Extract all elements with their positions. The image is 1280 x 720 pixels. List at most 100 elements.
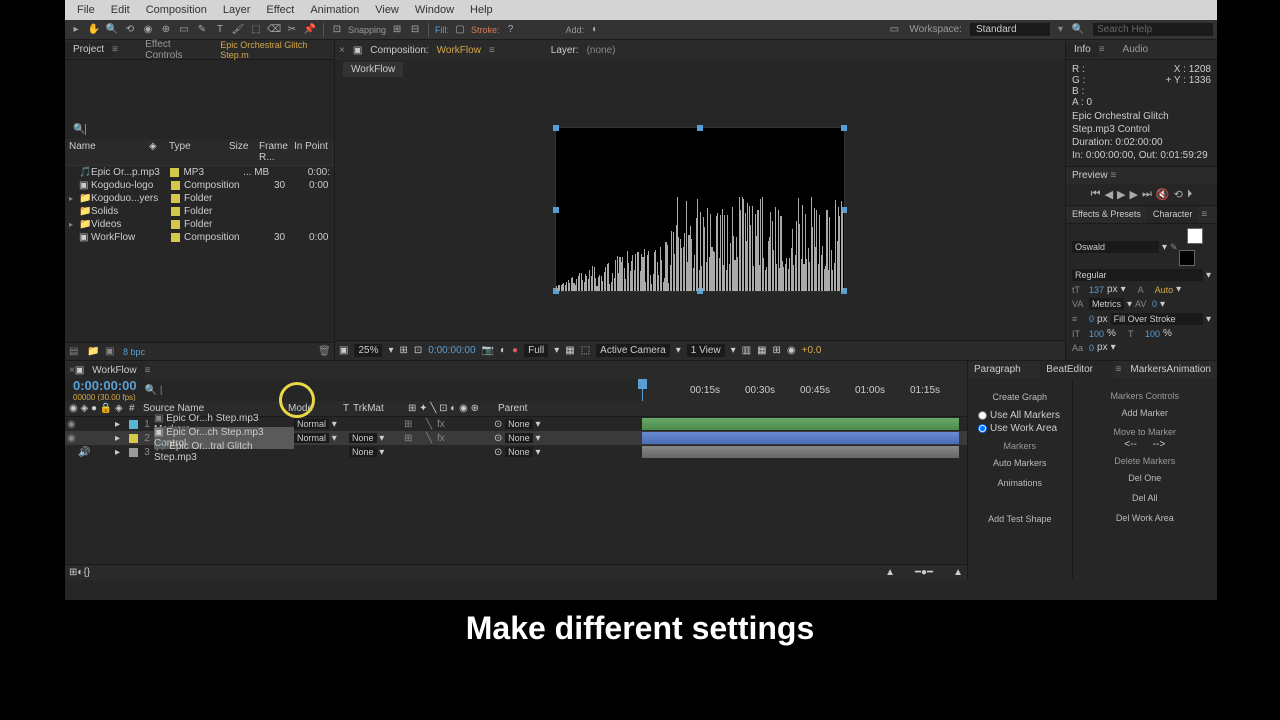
ram-preview-icon[interactable]: ⏵ <box>1187 188 1193 201</box>
snapping-label[interactable]: Snapping <box>348 25 386 35</box>
trkmat-select[interactable]: None <box>349 433 377 443</box>
parent-select[interactable]: None <box>505 419 533 429</box>
tracking-value[interactable]: 0 <box>1152 299 1157 309</box>
snap-opt2-icon[interactable]: ⊟ <box>408 23 422 37</box>
project-item[interactable]: ▣Kogoduo-logoComposition300:00 <box>65 179 334 192</box>
shape-tool-icon[interactable]: ▭ <box>177 23 191 37</box>
menu-file[interactable]: File <box>69 4 103 16</box>
effects-presets-tab[interactable]: Effects & Presets <box>1066 206 1147 223</box>
project-item[interactable]: ▣WorkFlowComposition300:00 <box>65 231 334 244</box>
selection-tool-icon[interactable]: ▸ <box>69 23 83 37</box>
hand-tool-icon[interactable]: ✋ <box>87 23 101 37</box>
zoom-out-icon[interactable]: ▲ <box>885 567 895 578</box>
flow-tab[interactable]: WorkFlow <box>343 62 403 77</box>
project-item[interactable]: ▸📁VideosFolder <box>65 218 334 231</box>
pen-tool-icon[interactable]: ✎ <box>195 23 209 37</box>
project-item[interactable]: 📁SolidsFolder <box>65 205 334 218</box>
zoom-in-icon[interactable]: ▲ <box>953 567 963 578</box>
visibility-icon[interactable]: ◉ <box>67 433 77 444</box>
next-frame-icon[interactable]: ▶ <box>1130 188 1138 201</box>
zoom-tool-icon[interactable]: 🔍 <box>105 23 119 37</box>
parent-select[interactable]: None <box>505 447 533 457</box>
workspace-select[interactable]: Standard <box>970 23 1050 36</box>
mask-icon[interactable]: ⊡ <box>414 345 422 356</box>
auto-markers-button[interactable]: Auto Markers <box>972 455 1068 471</box>
comp-close-icon[interactable]: × <box>339 45 345 56</box>
first-frame-icon[interactable]: ⏮ <box>1091 188 1101 201</box>
add-test-shape-button[interactable]: Add Test Shape <box>972 511 1068 527</box>
snap-icon[interactable]: ⊡ <box>330 23 344 37</box>
camera-select[interactable]: Active Camera <box>596 344 670 357</box>
stroke-width[interactable]: 0 <box>1089 314 1094 324</box>
create-graph-button[interactable]: Create Graph <box>972 389 1068 405</box>
brackets-icon[interactable]: {} <box>83 567 90 578</box>
del-work-area-button[interactable]: Del Work Area <box>1077 510 1213 526</box>
col-in[interactable]: In Point <box>294 141 328 163</box>
del-one-button[interactable]: Del One <box>1077 470 1213 486</box>
prev-frame-icon[interactable]: ◀ <box>1105 188 1113 201</box>
layer-bar[interactable] <box>642 418 959 430</box>
trkmat-select[interactable]: None <box>349 447 377 457</box>
puppet-tool-icon[interactable]: 📌 <box>303 23 317 37</box>
next-marker-button[interactable]: --> <box>1153 439 1166 450</box>
project-search[interactable]: 🔍 <box>65 120 334 139</box>
zoom-slider[interactable]: ━●━ <box>915 567 933 578</box>
timeline-time[interactable]: 0:00:00:00 <box>73 378 137 393</box>
stroke-swatch-icon[interactable]: ? <box>504 23 518 37</box>
comp-name[interactable]: WorkFlow <box>437 45 481 56</box>
visibility-icon[interactable]: ◉ <box>67 419 77 430</box>
timecode-icon[interactable]: ◉ <box>787 345 796 356</box>
use-all-markers-radio[interactable]: Use All Markers <box>972 409 1068 422</box>
stroke-color[interactable] <box>1179 250 1195 266</box>
comp-icon[interactable]: ▣ <box>105 346 117 358</box>
layer-bar[interactable] <box>642 432 959 444</box>
trash-icon[interactable]: 🗑 <box>318 346 330 358</box>
use-work-area-radio[interactable]: Use Work Area <box>972 422 1068 435</box>
mute-icon[interactable]: 🔇 <box>1156 188 1170 201</box>
audio-tab[interactable]: Audio <box>1115 42 1157 57</box>
col-size[interactable]: Size <box>229 141 259 163</box>
col-trkmat[interactable]: TrkMat <box>353 403 408 414</box>
font-style-select[interactable]: Regular <box>1072 269 1203 281</box>
last-frame-icon[interactable]: ⏭ <box>1142 188 1152 201</box>
menu-effect[interactable]: Effect <box>258 4 302 16</box>
search-input[interactable]: Search Help <box>1093 23 1213 36</box>
fill-color[interactable] <box>1187 228 1203 244</box>
interpret-icon[interactable]: ▤ <box>69 346 81 358</box>
snapshot-icon[interactable]: 📷 <box>482 345 494 356</box>
paragraph-tab[interactable]: Paragraph <box>968 361 1040 378</box>
add-icon[interactable]: ◐ <box>588 23 602 37</box>
transparency-icon[interactable]: ▦ <box>565 345 574 356</box>
time-ruler[interactable]: 00:15s 00:30s 00:45s 01:00s 01:15s <box>640 379 967 401</box>
layer-bar[interactable] <box>642 446 959 458</box>
screen-icon[interactable]: ▭ <box>887 23 901 37</box>
character-tab[interactable]: Character <box>1147 206 1199 223</box>
menu-view[interactable]: View <box>367 4 407 16</box>
zoom-select[interactable]: 25% <box>354 344 382 357</box>
add-marker-button[interactable]: Add Marker <box>1077 405 1213 421</box>
snap-opt-icon[interactable]: ⊞ <box>390 23 404 37</box>
effect-controls-tab[interactable]: Effect Controls <box>137 37 216 63</box>
timeline-search[interactable]: 🔍 | <box>145 385 163 396</box>
col-type[interactable]: Type <box>169 141 229 163</box>
rotate-tool-icon[interactable]: ⟲ <box>123 23 137 37</box>
timeline-tab[interactable]: WorkFlow <box>84 363 144 378</box>
menu-help[interactable]: Help <box>462 4 501 16</box>
region-icon[interactable]: ● <box>512 345 518 356</box>
view-opt-icon[interactable]: ▥ <box>742 345 751 356</box>
col-frame[interactable]: Frame R... <box>259 141 294 163</box>
brush-tool-icon[interactable]: 🖌 <box>231 23 245 37</box>
composition-viewer[interactable] <box>555 127 845 292</box>
play-icon[interactable]: ▶ <box>1117 188 1125 201</box>
eraser-tool-icon[interactable]: ⌫ <box>267 23 281 37</box>
fill-stroke-select[interactable]: Fill Over Stroke <box>1111 313 1203 325</box>
viewer-icon[interactable]: ▣ <box>339 345 348 356</box>
pan-behind-tool-icon[interactable]: ⊕ <box>159 23 173 37</box>
view-select[interactable]: 1 View <box>687 344 725 357</box>
project-item[interactable]: 🎵Epic Or...p.mp3MP3... MB0:00: <box>65 166 334 179</box>
stamp-tool-icon[interactable]: ⬚ <box>249 23 263 37</box>
3d-icon[interactable]: ⬚ <box>581 345 590 356</box>
menu-composition[interactable]: Composition <box>138 4 215 16</box>
text-tool-icon[interactable]: T <box>213 23 227 37</box>
prev-marker-button[interactable]: <-- <box>1124 439 1137 450</box>
